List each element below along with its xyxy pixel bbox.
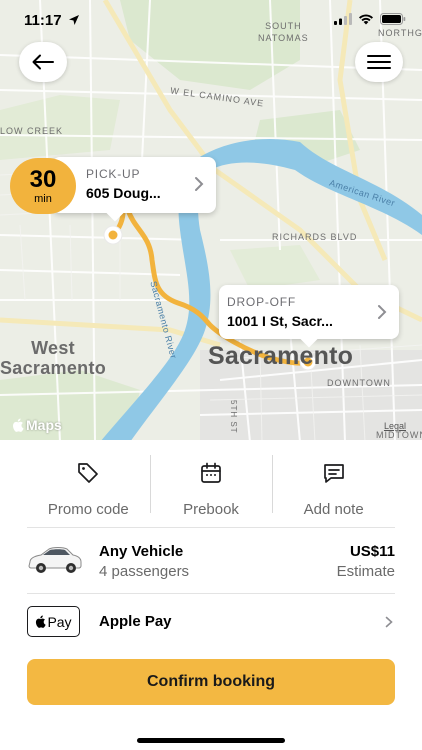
hamburger-menu-icon <box>367 55 391 69</box>
confirm-booking-button[interactable]: Confirm booking <box>27 659 395 705</box>
vehicle-name: Any Vehicle <box>99 543 184 560</box>
chevron-right-icon <box>385 616 393 628</box>
promo-code-label: Promo code <box>47 501 129 518</box>
maps-attribution-text: Maps <box>26 417 62 433</box>
status-bar: 11:17 <box>0 0 422 40</box>
apple-pay-badge-text: Pay <box>47 613 72 630</box>
apple-pay-badge: Pay <box>27 606 80 637</box>
chevron-right-icon <box>378 305 387 319</box>
tag-icon <box>78 463 99 483</box>
label-downtown: DOWNTOWN <box>327 378 391 388</box>
prebook-label: Prebook <box>183 501 239 518</box>
divider <box>27 527 395 528</box>
dropoff-address: 1001 I St, Sacr... <box>227 313 333 329</box>
payment-method-label: Apple Pay <box>99 613 172 630</box>
status-icons <box>334 13 406 25</box>
add-note-button[interactable]: Add note <box>272 455 395 525</box>
label-5th-st: 5TH ST <box>229 400 238 434</box>
wifi-icon <box>359 14 373 25</box>
prebook-button[interactable]: Prebook <box>149 455 273 525</box>
vehicle-option[interactable]: Any Vehicle 4 passengers US$11 Estimate <box>27 536 395 594</box>
signal-icon <box>334 13 352 25</box>
home-indicator[interactable] <box>137 738 285 743</box>
menu-button[interactable] <box>355 42 403 82</box>
battery-icon <box>380 13 406 25</box>
calendar-icon <box>201 462 221 483</box>
eta-value: 30 <box>29 166 57 193</box>
dropoff-callout[interactable]: DROP-OFF 1001 I St, Sacr... <box>219 285 399 348</box>
message-icon <box>323 464 344 483</box>
pickup-callout[interactable]: PICK-UP 605 Doug... <box>52 157 216 222</box>
arrow-left-icon <box>32 54 54 70</box>
eta-unit: min <box>34 193 52 205</box>
add-note-label: Add note <box>303 501 364 518</box>
label-richards-blvd: RICHARDS BLVD <box>272 232 358 242</box>
apple-logo-icon <box>36 615 47 628</box>
label-midtown: MIDTOWN <box>376 430 422 440</box>
label-sacramento: Sacramento <box>208 342 354 370</box>
apple-logo-icon <box>13 418 24 432</box>
fare-estimate-label: Estimate <box>336 563 395 580</box>
payment-method-row[interactable]: Pay Apple Pay <box>27 604 395 646</box>
divider <box>27 593 395 594</box>
booking-sheet: Promo code Prebook Add note Any Vehicle … <box>0 440 422 750</box>
vehicle-passengers: 4 passengers <box>99 563 190 580</box>
legal-link[interactable]: Legal <box>384 421 406 431</box>
quick-actions: Promo code Prebook Add note <box>27 455 395 525</box>
dropoff-title: DROP-OFF <box>227 295 297 309</box>
location-arrow-icon <box>69 15 79 25</box>
chevron-right-icon <box>195 177 204 191</box>
promo-code-button[interactable]: Promo code <box>27 455 150 525</box>
eta-badge: 30 min <box>10 158 76 214</box>
label-low-creek: LOW CREEK <box>0 126 64 136</box>
fare-price: US$11 <box>349 543 395 560</box>
car-icon <box>28 547 82 573</box>
label-west-sacramento: West Sacramento <box>0 338 107 378</box>
status-time: 11:17 <box>24 12 62 29</box>
maps-attribution: Maps <box>12 417 62 433</box>
back-button[interactable] <box>19 42 67 82</box>
